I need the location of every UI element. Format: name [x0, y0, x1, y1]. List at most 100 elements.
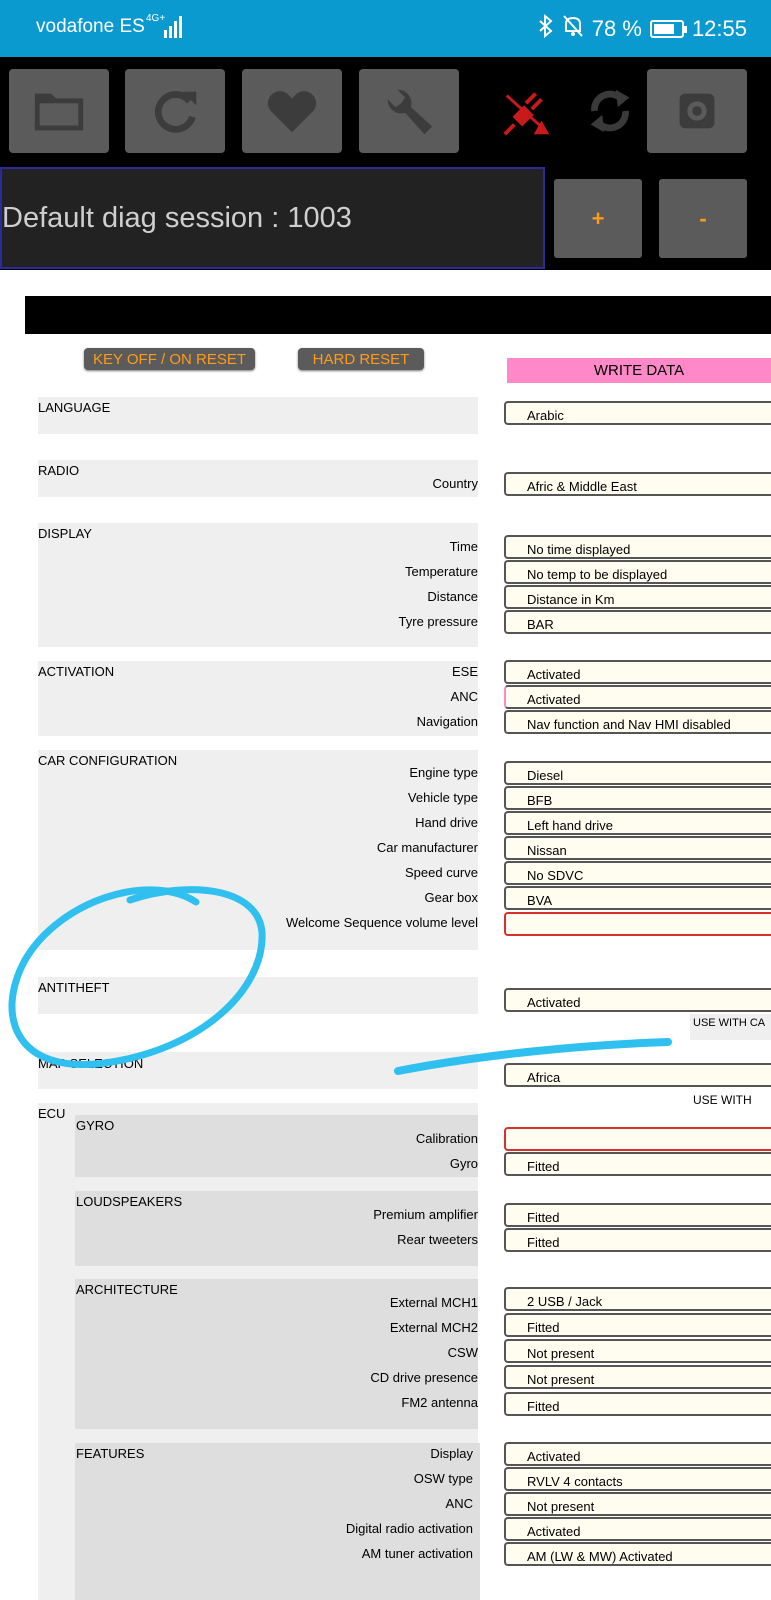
field-label: Speed curve: [405, 865, 478, 880]
toolbar: Default diag session : 1003 + -: [0, 57, 771, 270]
tools-button[interactable]: [359, 69, 459, 153]
antitheft-note: USE WITH CA: [693, 1017, 766, 1029]
field-value[interactable]: Fitted: [504, 1228, 771, 1252]
field-value[interactable]: No time displayed: [504, 535, 771, 559]
decrease-button[interactable]: -: [659, 179, 747, 258]
field-label: ANC: [445, 1496, 473, 1511]
gyro-subsection: [75, 1115, 478, 1177]
field-label: AM tuner activation: [361, 1546, 473, 1561]
favorite-button[interactable]: [242, 69, 342, 153]
field-label: Distance: [427, 589, 478, 604]
field-value[interactable]: Nissan: [504, 836, 771, 860]
field-label: External MCH2: [389, 1320, 478, 1335]
signal-icon: [164, 16, 184, 43]
open-folder-button[interactable]: [9, 69, 109, 153]
battery-fill: [653, 24, 675, 34]
field-label: Temperature: [405, 564, 478, 579]
wrench-icon: [387, 89, 433, 135]
field-label: Calibration: [415, 1131, 478, 1146]
subsection-title-architecture: ARCHITECTURE: [76, 1282, 178, 1297]
subsection-title-loudspeakers: LOUDSPEAKERS: [76, 1194, 183, 1209]
field-value[interactable]: Left hand drive: [504, 811, 771, 835]
field-label: External MCH1: [389, 1295, 478, 1310]
field-value[interactable]: Distance in Km: [504, 585, 771, 609]
key-reset-button[interactable]: KEY OFF / ON RESET: [84, 348, 255, 370]
network-indicator: 4G+: [146, 13, 166, 24]
folder-icon: [34, 93, 84, 131]
field-label: OSW type: [413, 1471, 473, 1486]
field-label: Navigation: [416, 714, 478, 729]
antitheft-value[interactable]: Activated: [504, 988, 771, 1012]
field-value[interactable]: Not present: [504, 1339, 771, 1363]
field-label-country: Country: [432, 476, 478, 491]
increase-button[interactable]: +: [554, 179, 642, 258]
clock: 12:55: [691, 16, 747, 41]
map-selection-value[interactable]: Africa: [504, 1063, 771, 1087]
field-value[interactable]: Fitted: [504, 1392, 771, 1416]
battery-icon: [649, 20, 687, 38]
write-data-button[interactable]: WRITE DATA: [507, 358, 771, 383]
field-label: Tyre pressure: [398, 614, 478, 629]
field-value[interactable]: RVLV 4 contacts: [504, 1467, 771, 1491]
settings-button[interactable]: [647, 69, 747, 153]
section-title-activation: ACTIVATION: [38, 664, 115, 679]
section-title-ecu: ECU: [38, 1106, 66, 1121]
field-label: ANC: [450, 689, 478, 704]
field-value[interactable]: Activated: [504, 660, 771, 684]
country-value[interactable]: Afric & Middle East: [504, 472, 771, 496]
field-label: FM2 antenna: [401, 1395, 478, 1410]
field-value[interactable]: AM (LW & MW) Activated: [504, 1542, 771, 1566]
field-label: Vehicle type: [407, 790, 478, 805]
map-selection-note: USE WITH: [693, 1093, 752, 1107]
field-label: Engine type: [409, 765, 478, 780]
refresh-icon: [154, 91, 197, 133]
section-title-antitheft: ANTITHEFT: [38, 980, 110, 995]
field-value[interactable]: BFB: [504, 786, 771, 810]
field-label: Rear tweeters: [397, 1232, 478, 1247]
field-value[interactable]: Activated: [504, 685, 771, 709]
heart-icon: [267, 91, 317, 133]
subsection-title-gyro: GYRO: [76, 1118, 115, 1133]
carrier-name: vodafone ES: [36, 16, 145, 37]
field-value[interactable]: 2 USB / Jack: [504, 1287, 771, 1311]
bluetooth-icon: [538, 13, 554, 44]
field-value[interactable]: No SDVC: [504, 861, 771, 885]
field-label: Display: [430, 1446, 473, 1461]
field-value-empty[interactable]: [504, 912, 771, 936]
field-label: Hand drive: [415, 815, 478, 830]
field-value[interactable]: Activated: [504, 1442, 771, 1466]
section-title-map-selection: MAP SELECTION: [38, 1056, 144, 1071]
reload-button[interactable]: [125, 69, 225, 153]
field-label: Gyro: [449, 1156, 478, 1171]
field-value[interactable]: Fitted: [504, 1203, 771, 1227]
battery-percent: 78 %: [591, 16, 642, 41]
content-header-bar: [25, 296, 771, 334]
hard-reset-button[interactable]: HARD RESET: [298, 348, 424, 370]
field-value[interactable]: BVA: [504, 886, 771, 910]
field-label: Time: [449, 539, 478, 554]
field-value[interactable]: Activated: [504, 1517, 771, 1541]
field-value[interactable]: BAR: [504, 610, 771, 634]
session-display: Default diag session : 1003: [0, 167, 545, 269]
section-title-display: DISPLAY: [38, 526, 92, 541]
section-title-language: LANGUAGE: [38, 400, 111, 415]
field-value[interactable]: Fitted: [504, 1313, 771, 1337]
sync-icon: [590, 89, 630, 133]
field-value[interactable]: Nav function and Nav HMI disabled: [504, 710, 771, 734]
field-value[interactable]: Fitted: [504, 1152, 771, 1176]
status-bar: vodafone ES 4G+ 78 % 12:55: [0, 0, 771, 57]
field-label: Digital radio activation: [345, 1521, 473, 1536]
section-title-radio: RADIO: [38, 463, 80, 478]
field-value[interactable]: No temp to be displayed: [504, 560, 771, 584]
field-value[interactable]: Diesel: [504, 761, 771, 785]
field-label: Car manufacturer: [376, 840, 478, 855]
radio-section: [38, 460, 478, 497]
language-value[interactable]: Arabic: [504, 401, 771, 425]
mute-bell-icon: [562, 14, 584, 44]
sync-button[interactable]: [560, 69, 660, 153]
subsection-title-features: FEATURES: [76, 1446, 145, 1461]
field-value-empty[interactable]: [504, 1127, 771, 1151]
section-title-car-configuration: CAR CONFIGURATION: [38, 753, 178, 768]
field-value[interactable]: Not present: [504, 1492, 771, 1516]
field-value[interactable]: Not present: [504, 1365, 771, 1389]
